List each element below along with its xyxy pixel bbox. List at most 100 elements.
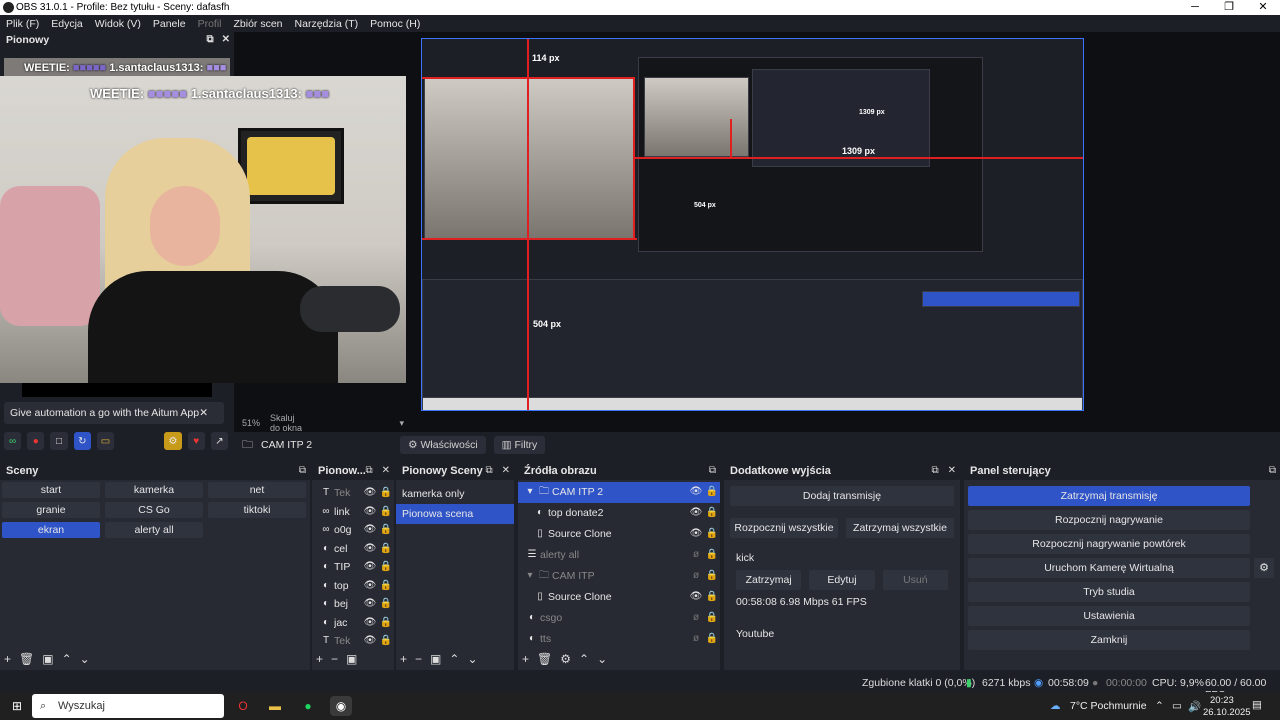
remove-icon[interactable]: 🗑 (537, 652, 552, 666)
add-icon[interactable]: + (400, 652, 407, 666)
scale-mode[interactable]: Skaluj do okna (270, 413, 303, 433)
menu-edit[interactable]: Edycja (51, 18, 83, 30)
vertical-scene-item-selected[interactable]: Pionowa scena (396, 504, 514, 524)
menu-profile[interactable]: Profil (198, 18, 222, 30)
add-icon[interactable]: + (4, 652, 11, 666)
square-icon[interactable]: □ (50, 432, 68, 450)
settings-button[interactable]: Ustawienia (968, 606, 1250, 626)
scene-item[interactable]: net (208, 482, 306, 498)
remove-icon[interactable]: 🗑 (19, 652, 34, 666)
add-icon[interactable]: + (522, 652, 529, 666)
up-icon[interactable]: ⌃ (579, 652, 589, 666)
settings-icon[interactable]: ⚙ (560, 652, 571, 666)
up-icon[interactable]: ⌃ (449, 652, 459, 666)
scene-item[interactable]: kamerka (105, 482, 203, 498)
add-icon[interactable]: + (316, 652, 323, 666)
virtualcam-settings-icon[interactable]: ⚙ (1254, 558, 1274, 578)
weather-text[interactable]: 7°C Pochmurnie (1070, 700, 1147, 712)
remove-output-button[interactable]: Usuń (882, 570, 948, 590)
maximize-button[interactable]: ❐ (1212, 0, 1246, 15)
scene-item[interactable]: start (2, 482, 100, 498)
edit-output-button[interactable]: Edytuj (809, 570, 875, 590)
settings-gear-icon[interactable]: ⚙ (164, 432, 182, 450)
clock-date[interactable]: 26.10.2025 (1203, 707, 1251, 718)
volume-icon[interactable]: 🔊 (1188, 700, 1201, 713)
start-replay-button[interactable]: Rozpocznij nagrywanie powtórek (968, 534, 1250, 554)
scene-item[interactable]: granie (2, 502, 100, 518)
scene-item[interactable]: alerty all (105, 522, 203, 538)
filter-icon[interactable]: ▣ (346, 652, 357, 666)
scene-item-selected[interactable]: ekran (2, 522, 100, 538)
vertical-scene-item[interactable]: kamerka only (396, 484, 514, 504)
source-item[interactable]: ☰ alerty all ø 🔒 (518, 545, 720, 566)
studio-mode-button[interactable]: Tryb studia (968, 582, 1250, 602)
taskbar-search[interactable]: ⌕ Wyszukaj (32, 694, 224, 718)
undock-icon[interactable]: ⧉ (485, 462, 492, 480)
source-item[interactable]: ◐ top donate2 👁 🔒 (518, 503, 720, 524)
list-item[interactable]: ◐ jac 👁 🔒 (312, 614, 394, 633)
filter-icon[interactable]: ▣ (430, 652, 441, 666)
source-item[interactable]: ▾ 🗀 CAM ITP ø 🔒 (518, 566, 720, 587)
down-icon[interactable]: ⌄ (467, 652, 477, 666)
menu-scene-collection[interactable]: Zbiór scen (234, 18, 283, 30)
close-icon[interactable]: ✕ (948, 462, 956, 480)
source-item[interactable]: ▯ Source Clone 👁 🔒 (518, 587, 720, 608)
remove-icon[interactable]: − (331, 652, 338, 666)
stop-all-button[interactable]: Zatrzymaj wszystkie (846, 518, 954, 538)
undock-icon[interactable]: ⧉ (299, 462, 306, 480)
spotify-icon[interactable]: ● (297, 696, 319, 716)
stop-output-button[interactable]: Zatrzymaj (736, 570, 802, 590)
share-icon[interactable]: ↗ (210, 432, 229, 450)
undock-icon[interactable]: ⧉ (931, 462, 938, 480)
explorer-icon[interactable]: ▬ (264, 696, 286, 716)
undock-icon[interactable]: ⧉ (709, 462, 716, 480)
start-recording-button[interactable]: Rozpocznij nagrywanie (968, 510, 1250, 530)
notice-close-icon[interactable]: ✕ (199, 402, 208, 424)
tray-up-icon[interactable]: ⌃ (1155, 700, 1164, 712)
start-all-button[interactable]: Rozpocznij wszystkie (730, 518, 838, 538)
list-item[interactable]: ∞ o0g 👁 🔒 (312, 521, 394, 540)
heart-icon[interactable]: ♥ (187, 432, 205, 450)
list-item[interactable]: T Tek 👁 🔒 (312, 632, 394, 651)
close-button[interactable]: ✕ (1246, 0, 1280, 15)
opera-icon[interactable]: O (232, 696, 254, 716)
down-icon[interactable]: ⌄ (597, 652, 607, 666)
source-item[interactable]: ▾ 🗀 CAM ITP 2 👁 🔒 (518, 482, 720, 503)
main-preview[interactable]: 114 px 1309 px 504 px 504 px 1309 px (421, 38, 1084, 411)
scene-item[interactable]: CS Go (105, 502, 203, 518)
dock-close-icon[interactable]: ✕ (222, 32, 230, 48)
clock-time[interactable]: 20:23 (1210, 695, 1234, 706)
record-icon[interactable]: ● (27, 432, 45, 450)
undock-icon[interactable]: ⧉ (365, 462, 372, 480)
filter-icon[interactable]: ▣ (42, 652, 53, 666)
menu-docks[interactable]: Panele (153, 18, 186, 30)
close-icon[interactable]: ✕ (502, 462, 510, 480)
sync-icon[interactable]: ↻ (73, 432, 91, 450)
link-icon[interactable]: ∞ (4, 432, 22, 450)
network-icon[interactable]: ▭ (1172, 700, 1182, 712)
scale-dropdown-icon[interactable]: ▾ (399, 418, 404, 429)
start-virtualcam-button[interactable]: Uruchom Kamerę Wirtualną (968, 558, 1250, 578)
folder-icon[interactable]: ▭ (96, 432, 115, 450)
source-item[interactable]: ▯ Source Clone 👁 🔒 (518, 524, 720, 545)
properties-button[interactable]: ⚙ Właściwości (400, 436, 486, 454)
menu-help[interactable]: Pomoc (H) (370, 18, 420, 30)
stop-streaming-button[interactable]: Zatrzymaj transmisję (968, 486, 1250, 506)
menu-tools[interactable]: Narzędzia (T) (295, 18, 359, 30)
down-icon[interactable]: ⌄ (80, 652, 90, 666)
notification-icon[interactable]: ▤ (1252, 699, 1262, 711)
source-item[interactable]: ◐ csgo ø 🔒 (518, 608, 720, 629)
exit-button[interactable]: Zamknij (968, 630, 1250, 650)
scene-item[interactable]: tiktoki (208, 502, 306, 518)
windows-start-icon[interactable]: ⊞ (6, 696, 28, 716)
list-item[interactable]: ◐ TIP 👁 🔒 (312, 558, 394, 577)
close-icon[interactable]: ✕ (382, 462, 390, 480)
list-item[interactable]: ◐ top 👁 🔒 (312, 577, 394, 596)
add-stream-button[interactable]: Dodaj transmisję (730, 486, 954, 506)
menu-view[interactable]: Widok (V) (95, 18, 141, 30)
list-item[interactable]: ◐ cel 👁 🔒 (312, 540, 394, 559)
filters-button[interactable]: ▥ Filtry (493, 436, 546, 454)
source-item[interactable]: ◐ tts ø 🔒 (518, 629, 720, 650)
list-item[interactable]: ◐ bej 👁 🔒 (312, 595, 394, 614)
undock-icon[interactable]: ⧉ (1269, 462, 1276, 480)
